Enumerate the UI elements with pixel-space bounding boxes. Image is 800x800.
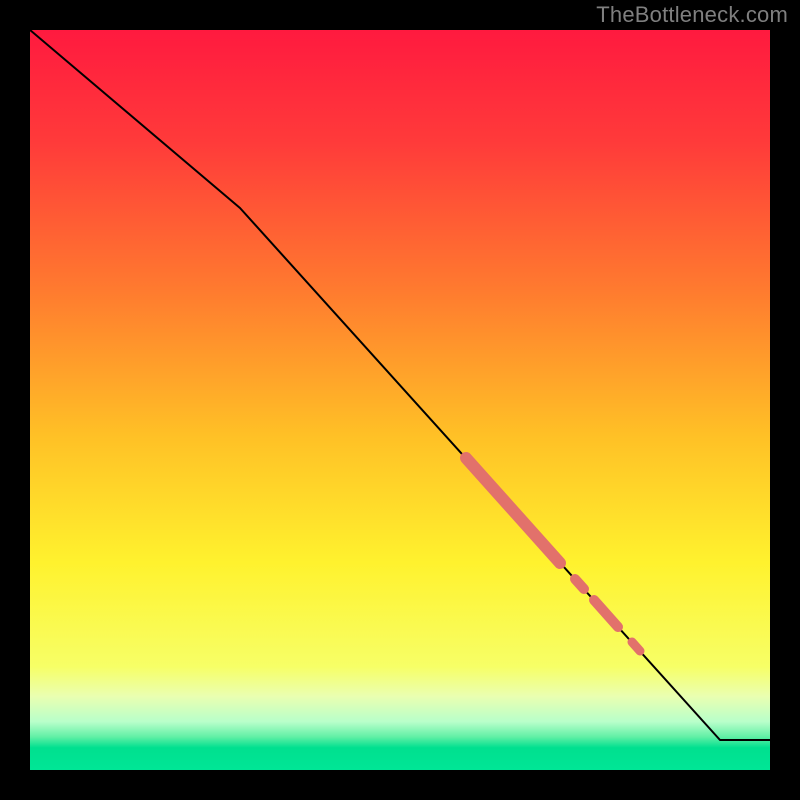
watermark-text: TheBottleneck.com — [596, 2, 788, 28]
chart-stage: TheBottleneck.com — [0, 0, 800, 800]
chart-canvas — [0, 0, 800, 800]
highlight-segment — [632, 642, 640, 651]
highlight-segment — [575, 579, 584, 589]
plot-background — [30, 30, 770, 770]
